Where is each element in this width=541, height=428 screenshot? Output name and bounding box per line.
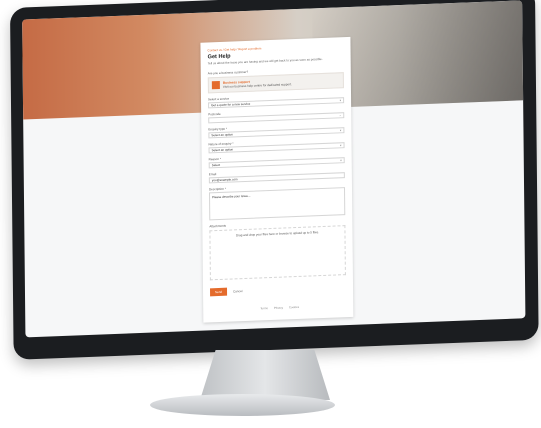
chevron-down-icon: ▾ — [339, 98, 342, 103]
field-postcode: Postcode ⌕ — [208, 107, 345, 124]
footer-link[interactable]: Privacy — [274, 306, 283, 310]
field-description: Description * Please describe your issue… — [208, 182, 346, 221]
footer-link[interactable]: Cookies — [289, 305, 299, 309]
monitor-frame: Contact us / Get help / Report a problem… — [10, 0, 539, 360]
chevron-down-icon: ▾ — [340, 158, 342, 163]
field-value: Select — [211, 162, 221, 168]
field-service: Select a service Get a quote for a new s… — [208, 92, 345, 109]
footer-link[interactable]: Terms — [260, 306, 268, 310]
help-form: Contact us / Get help / Report a problem… — [200, 36, 354, 323]
description-textarea[interactable]: Please describe your issue... — [208, 187, 346, 221]
field-value: you@example.com — [211, 177, 238, 183]
business-alert[interactable]: Business support Visit our business help… — [207, 72, 344, 94]
chevron-down-icon: ▾ — [339, 128, 342, 133]
field-value: Get a quote for a new service — [211, 101, 251, 108]
dropzone-text: Drag and drop your files here or browse … — [235, 230, 320, 238]
field-enquiry-type: Enquiry type * Select an option ▾ — [208, 122, 345, 139]
field-email: Email you@example.com — [209, 167, 345, 184]
field-value: Select an option — [211, 132, 233, 138]
monitor-stand-base — [150, 394, 335, 416]
form-actions: Send Cancel — [210, 283, 346, 297]
cancel-link[interactable]: Cancel — [233, 289, 242, 293]
monitor-stand-neck — [200, 350, 330, 400]
send-button[interactable]: Send — [210, 287, 228, 297]
business-icon — [211, 80, 220, 90]
chevron-down-icon: ▾ — [340, 143, 342, 148]
field-nature: Nature of enquiry * Select an option ▾ — [208, 137, 345, 154]
screen: Contact us / Get help / Report a problem… — [22, 0, 526, 338]
field-reason: Reason * Select ▾ — [209, 152, 345, 169]
search-icon: ⌕ — [339, 113, 342, 118]
field-attachments: Attachments Drag and drop your files her… — [209, 219, 346, 281]
file-dropzone[interactable]: Drag and drop your files here or browse … — [209, 225, 346, 281]
field-value: Select an option — [211, 147, 234, 153]
